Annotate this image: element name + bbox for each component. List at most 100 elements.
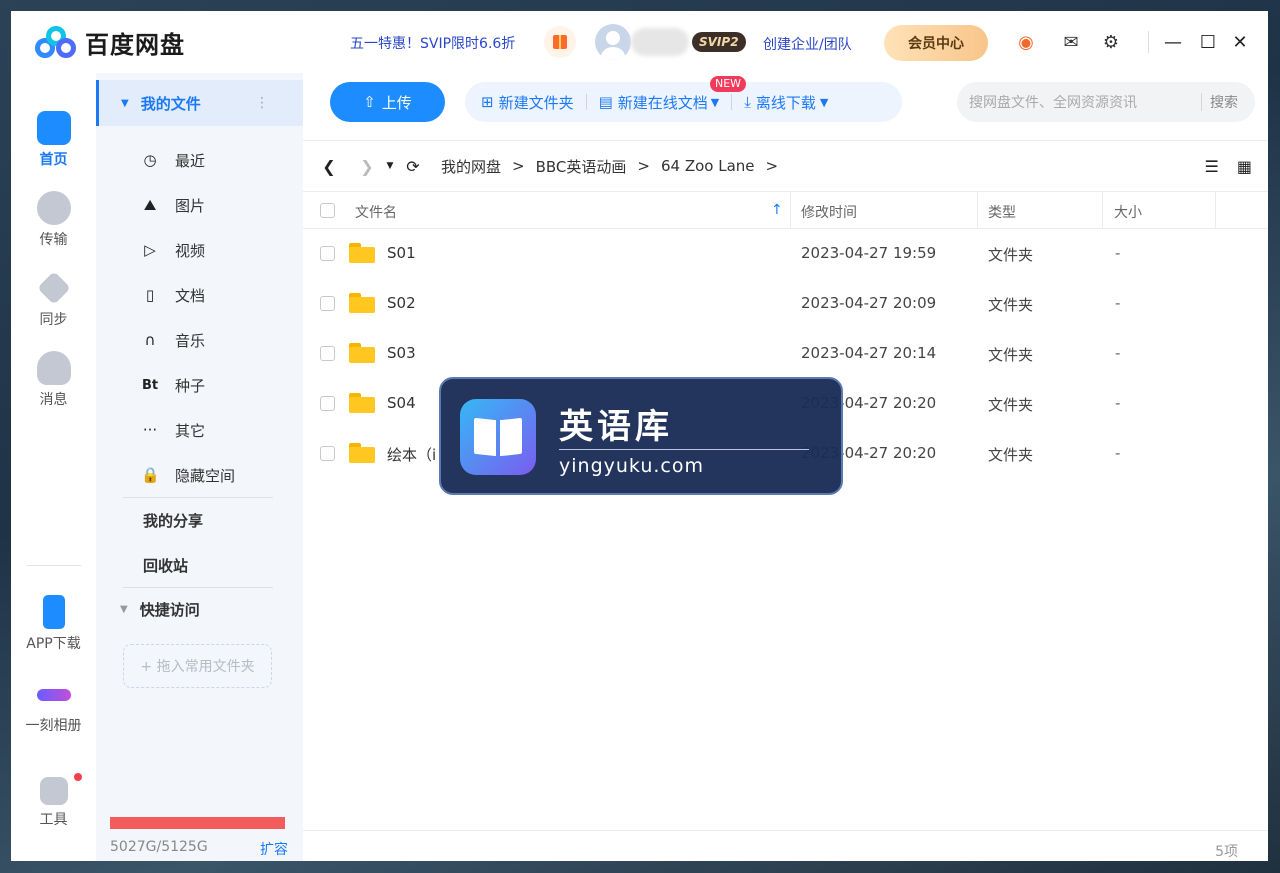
- rail-label: 同步: [39, 312, 68, 328]
- file-name[interactable]: S02: [387, 294, 416, 312]
- sidebar-item-recycle-bin[interactable]: 回收站: [96, 546, 303, 584]
- file-name[interactable]: S04: [387, 394, 416, 412]
- sidebar-item-label: 最近: [175, 151, 206, 170]
- storage-bar: [110, 817, 285, 829]
- search-input[interactable]: 搜网盘文件、全网资源资讯: [969, 92, 1201, 112]
- sidebar-item-category[interactable]: 🔒 隐藏空间: [96, 456, 303, 494]
- rail-item-home[interactable]: 首页: [11, 111, 96, 169]
- file-name[interactable]: S01: [387, 244, 416, 262]
- folder-icon: [349, 293, 375, 313]
- sidebar-item-category[interactable]: ··· 其它: [96, 411, 303, 449]
- drop-folder-zone[interactable]: + 拖入常用文件夹: [123, 644, 272, 688]
- sidebar-item-category[interactable]: Bt 种子: [96, 366, 303, 404]
- username-blurred[interactable]: [631, 28, 689, 56]
- table-row[interactable]: S01 2023-04-27 19:59 文件夹 -: [303, 229, 1268, 279]
- rail-label: 传输: [39, 232, 68, 248]
- grid-view-icon[interactable]: ▦: [1237, 157, 1252, 176]
- row-checkbox[interactable]: [320, 346, 335, 361]
- breadcrumb: ❮ ❯ ▼ ⟳ 我的网盘 > BBC英语动画 > 64 Zoo Lane > ☰…: [303, 141, 1268, 191]
- breadcrumb-item[interactable]: 64 Zoo Lane: [661, 157, 755, 175]
- settings-icon[interactable]: ⚙: [1099, 30, 1123, 54]
- sort-arrow-up-icon[interactable]: ↑: [771, 202, 783, 218]
- bt-icon: Bt: [141, 377, 159, 393]
- modified-time: 2023-04-27 19:59: [801, 244, 937, 262]
- more-icon: ···: [142, 421, 158, 439]
- new-online-doc-button[interactable]: ▤ 新建在线文档 ▼: [599, 92, 720, 113]
- sidebar-item-label: 文档: [175, 286, 206, 305]
- rail-item-tools[interactable]: 工具: [11, 777, 96, 829]
- sidebar-item-my-share[interactable]: 我的分享: [96, 501, 303, 539]
- column-header-type[interactable]: 类型: [988, 202, 1016, 222]
- new-badge: NEW: [710, 76, 747, 92]
- file-type: 文件夹: [988, 296, 1034, 314]
- watermark-title: 英语库: [559, 407, 673, 447]
- more-vertical-icon[interactable]: ⋮: [255, 95, 269, 111]
- vip-center-button[interactable]: 会员中心: [884, 25, 988, 61]
- file-type: 文件夹: [988, 396, 1034, 414]
- gift-icon[interactable]: [544, 26, 576, 58]
- column-header-size[interactable]: 大小: [1114, 202, 1142, 222]
- sidebar-item-category[interactable]: ⛰ 图片: [96, 186, 303, 224]
- row-checkbox[interactable]: [320, 296, 335, 311]
- table-row[interactable]: S02 2023-04-27 20:09 文件夹 -: [303, 279, 1268, 329]
- sidebar-item-label: 我的文件: [140, 94, 201, 113]
- search-button[interactable]: 搜索: [1210, 92, 1238, 112]
- modified-time: 2023-04-27 20:09: [801, 294, 937, 312]
- breadcrumb-item[interactable]: 我的网盘: [441, 156, 501, 177]
- rail-item-messages[interactable]: 消息: [11, 351, 96, 409]
- new-folder-button[interactable]: ⊞ 新建文件夹: [481, 92, 574, 113]
- table-row[interactable]: S03 2023-04-27 20:14 文件夹 -: [303, 329, 1268, 379]
- offline-download-button[interactable]: ⤓ 离线下载 ▼: [744, 92, 828, 113]
- left-rail: 首页 传输 同步 消息 APP下载 一刻相册 工具: [11, 73, 96, 861]
- new-online-doc-label: 新建在线文档: [617, 93, 708, 112]
- row-checkbox[interactable]: [320, 246, 335, 261]
- history-dropdown-icon[interactable]: ▼: [383, 161, 397, 171]
- caret-down-icon[interactable]: ▼: [121, 98, 129, 109]
- breadcrumb-item[interactable]: BBC英语动画: [536, 156, 627, 177]
- divider: [731, 94, 733, 110]
- game-icon[interactable]: ◉: [1014, 30, 1038, 54]
- sort-icon[interactable]: ☰: [1205, 157, 1219, 176]
- sidebar-item-label: 视频: [175, 241, 206, 260]
- modified-time: 2023-04-27 20:14: [801, 344, 937, 362]
- refresh-icon[interactable]: ⟳: [401, 157, 425, 176]
- file-name[interactable]: 绘本（i: [387, 444, 436, 465]
- forward-icon[interactable]: ❯: [355, 157, 379, 176]
- search-box[interactable]: 搜网盘文件、全网资源资讯 搜索: [957, 82, 1255, 122]
- avatar[interactable]: [595, 24, 631, 60]
- row-checkbox[interactable]: [320, 396, 335, 411]
- file-size: -: [1115, 444, 1121, 462]
- rail-item-transfer[interactable]: 传输: [11, 191, 96, 249]
- folder-plus-icon: ⊞: [481, 93, 494, 111]
- mail-icon[interactable]: ✉: [1059, 30, 1083, 54]
- column-header-modified[interactable]: 修改时间: [801, 202, 857, 222]
- column-header-name[interactable]: 文件名: [355, 202, 397, 222]
- svip-badge[interactable]: SVIP2: [692, 32, 746, 52]
- create-enterprise-link[interactable]: 创建企业/团队: [763, 34, 852, 54]
- promo-link[interactable]: 五一特惠！SVIP限时6.6折: [350, 33, 515, 53]
- file-size: -: [1115, 394, 1121, 412]
- video-icon: ▷: [144, 241, 156, 259]
- sidebar-item-category[interactable]: ▯ 文档: [96, 276, 303, 314]
- caret-down-icon[interactable]: ▼: [120, 604, 128, 615]
- close-icon[interactable]: ✕: [1227, 29, 1253, 55]
- minimize-icon[interactable]: —: [1160, 29, 1186, 55]
- rail-item-sync[interactable]: 同步: [11, 271, 96, 329]
- rail-item-app-download[interactable]: APP下载: [11, 595, 96, 653]
- back-icon[interactable]: ❮: [317, 157, 341, 176]
- row-checkbox[interactable]: [320, 446, 335, 461]
- divider: [1102, 192, 1103, 228]
- sidebar-item-category[interactable]: ▷ 视频: [96, 231, 303, 269]
- maximize-icon[interactable]: ☐: [1195, 29, 1221, 55]
- baidu-netdisk-logo-icon: [35, 25, 77, 60]
- divider: [303, 830, 1268, 831]
- upload-button[interactable]: ⇧ 上传: [330, 82, 445, 122]
- sidebar-item-quick-access[interactable]: ▼ 快捷访问: [96, 599, 200, 620]
- sidebar-item-my-files[interactable]: ▼ 我的文件 ⋮: [96, 80, 303, 126]
- sidebar-item-category[interactable]: ∩ 音乐: [96, 321, 303, 359]
- file-name[interactable]: S03: [387, 344, 416, 362]
- rail-item-album[interactable]: 一刻相册: [11, 677, 96, 735]
- select-all-checkbox[interactable]: [320, 203, 335, 218]
- sidebar-item-category[interactable]: ◷ 最近: [96, 141, 303, 179]
- expand-storage-link[interactable]: 扩容: [260, 839, 288, 859]
